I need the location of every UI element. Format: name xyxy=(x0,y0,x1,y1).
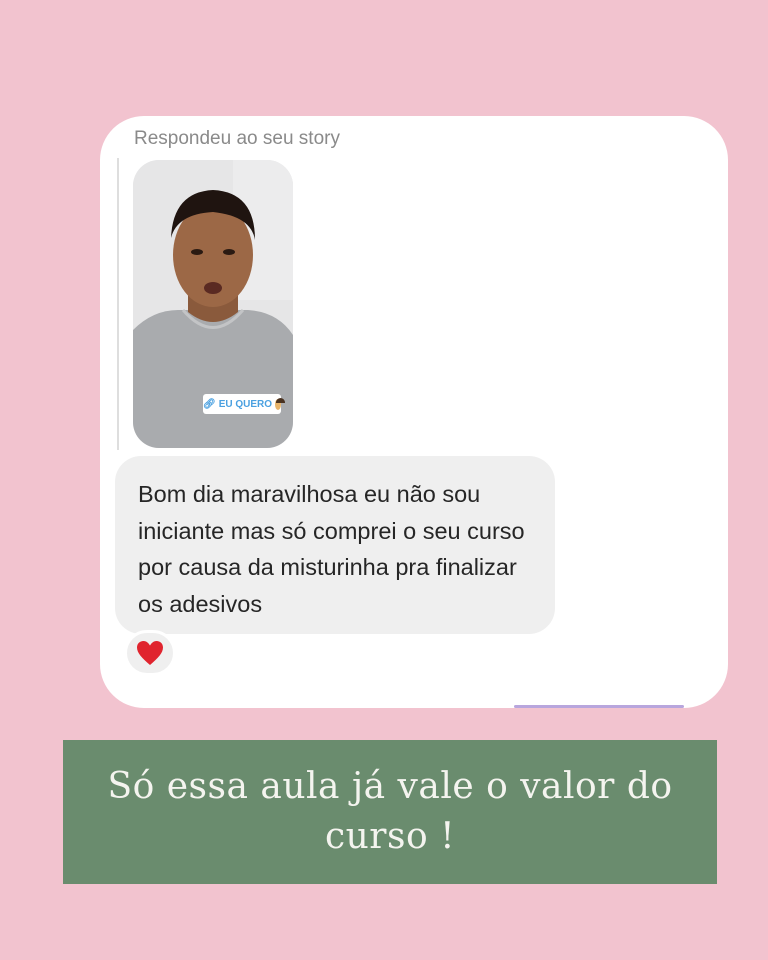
story-thumbnail[interactable]: 🔗︎ EU QUERO xyxy=(133,160,293,448)
caption-banner: Só essa aula já vale o valor do curso ! xyxy=(63,740,717,884)
message-text: Bom dia maravilhosa eu não sou iniciante… xyxy=(138,481,525,617)
caption-text: Só essa aula já vale o valor do curso ! xyxy=(107,766,673,857)
sticker-text: EU QUERO xyxy=(218,398,273,410)
dm-card: Respondeu ao seu story 🔗︎ EU QUERO Bom d… xyxy=(100,116,728,708)
card-accent-line xyxy=(514,705,684,708)
woman-emoji-icon xyxy=(275,397,285,410)
story-reply-label: Respondeu ao seu story xyxy=(134,128,340,149)
link-icon: 🔗︎ xyxy=(203,398,216,410)
red-heart-icon xyxy=(137,641,163,665)
story-link-sticker[interactable]: 🔗︎ EU QUERO xyxy=(203,394,285,414)
message-bubble[interactable]: Bom dia maravilhosa eu não sou iniciante… xyxy=(115,456,555,634)
heart-reaction[interactable] xyxy=(124,630,176,676)
quote-bar xyxy=(117,158,119,450)
